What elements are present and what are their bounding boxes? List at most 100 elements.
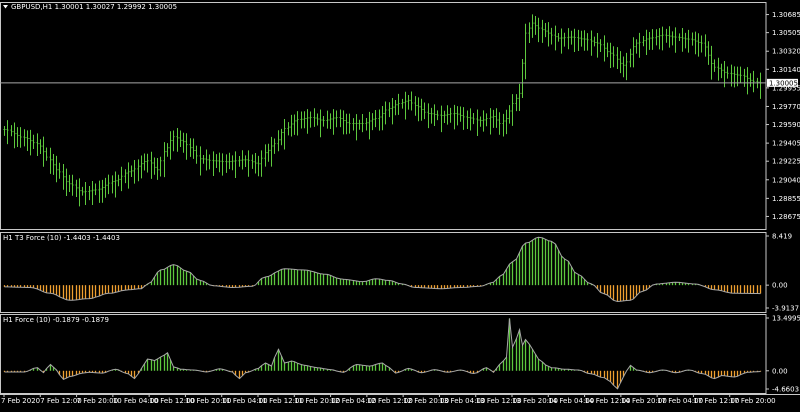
candle[interactable] bbox=[655, 29, 658, 46]
candle[interactable] bbox=[254, 152, 257, 174]
candle[interactable] bbox=[26, 130, 29, 152]
candle[interactable] bbox=[287, 122, 290, 136]
candle[interactable] bbox=[52, 154, 55, 175]
candle[interactable] bbox=[462, 107, 465, 130]
candle[interactable] bbox=[388, 102, 391, 118]
candle[interactable] bbox=[759, 72, 762, 99]
candle[interactable] bbox=[58, 162, 61, 179]
candle[interactable] bbox=[114, 171, 117, 198]
candle[interactable] bbox=[238, 155, 241, 167]
candle[interactable] bbox=[130, 165, 133, 177]
candle[interactable] bbox=[681, 28, 684, 52]
candle[interactable] bbox=[710, 45, 713, 80]
candle[interactable] bbox=[469, 108, 472, 131]
candle[interactable] bbox=[218, 152, 221, 173]
candle[interactable] bbox=[260, 150, 263, 177]
candle[interactable] bbox=[62, 164, 65, 190]
candle[interactable] bbox=[329, 113, 332, 129]
triangle-down-icon[interactable] bbox=[3, 5, 8, 9]
candle[interactable] bbox=[221, 153, 224, 176]
candle[interactable] bbox=[384, 101, 387, 125]
candle[interactable] bbox=[541, 19, 544, 43]
candle[interactable] bbox=[381, 106, 384, 131]
candle[interactable] bbox=[596, 33, 599, 58]
candle[interactable] bbox=[98, 180, 101, 203]
candle[interactable] bbox=[495, 108, 498, 128]
candle[interactable] bbox=[404, 91, 407, 120]
candle[interactable] bbox=[440, 105, 443, 133]
candle[interactable] bbox=[319, 109, 322, 138]
candle[interactable] bbox=[459, 106, 462, 122]
candle[interactable] bbox=[94, 183, 97, 196]
candle[interactable] bbox=[436, 110, 439, 121]
candle[interactable] bbox=[6, 120, 9, 145]
candle[interactable] bbox=[531, 14, 534, 38]
candle[interactable] bbox=[391, 97, 394, 125]
candle[interactable] bbox=[36, 133, 39, 157]
candle[interactable] bbox=[505, 109, 508, 135]
candle[interactable] bbox=[322, 115, 325, 127]
candle[interactable] bbox=[603, 35, 606, 62]
candle[interactable] bbox=[39, 139, 42, 155]
candle[interactable] bbox=[665, 28, 668, 43]
candle[interactable] bbox=[71, 174, 74, 196]
candle[interactable] bbox=[169, 131, 172, 160]
candle[interactable] bbox=[713, 59, 716, 72]
candle[interactable] bbox=[205, 149, 208, 171]
candle[interactable] bbox=[606, 42, 609, 58]
candle[interactable] bbox=[609, 42, 612, 68]
candle[interactable] bbox=[306, 109, 309, 134]
candle[interactable] bbox=[573, 28, 576, 53]
candle[interactable] bbox=[586, 33, 589, 51]
candle[interactable] bbox=[277, 130, 280, 152]
candle[interactable] bbox=[554, 25, 557, 51]
candle[interactable] bbox=[335, 110, 338, 128]
candle[interactable] bbox=[88, 186, 91, 201]
candle[interactable] bbox=[247, 150, 250, 177]
candle[interactable] bbox=[326, 110, 329, 129]
candle[interactable] bbox=[29, 129, 32, 156]
candle[interactable] bbox=[697, 33, 700, 57]
candle[interactable] bbox=[10, 125, 13, 137]
candle[interactable] bbox=[430, 107, 433, 124]
candle[interactable] bbox=[75, 179, 78, 198]
candle[interactable] bbox=[707, 41, 710, 65]
candle[interactable] bbox=[515, 94, 518, 112]
candle[interactable] bbox=[534, 15, 537, 35]
candle[interactable] bbox=[185, 133, 188, 160]
candle[interactable] bbox=[717, 57, 720, 81]
candle[interactable] bbox=[485, 113, 488, 127]
candle[interactable] bbox=[537, 17, 540, 43]
candle[interactable] bbox=[172, 130, 175, 152]
candle[interactable] bbox=[733, 66, 736, 88]
candle[interactable] bbox=[153, 157, 156, 175]
candle[interactable] bbox=[192, 138, 195, 159]
candle[interactable] bbox=[752, 70, 755, 93]
candle[interactable] bbox=[101, 179, 104, 203]
candle[interactable] bbox=[117, 174, 120, 187]
candle[interactable] bbox=[632, 37, 635, 68]
candle[interactable] bbox=[547, 22, 550, 47]
candle[interactable] bbox=[156, 157, 159, 180]
candle[interactable] bbox=[163, 142, 166, 178]
candle[interactable] bbox=[84, 182, 87, 205]
candle[interactable] bbox=[358, 119, 361, 130]
candle[interactable] bbox=[68, 174, 71, 193]
candle[interactable] bbox=[267, 143, 270, 162]
candle[interactable] bbox=[3, 126, 6, 136]
candle[interactable] bbox=[303, 111, 306, 129]
candle[interactable] bbox=[622, 56, 625, 78]
candle[interactable] bbox=[332, 109, 335, 135]
candle[interactable] bbox=[231, 155, 234, 171]
candle[interactable] bbox=[407, 95, 410, 110]
candle[interactable] bbox=[150, 151, 153, 179]
candle[interactable] bbox=[280, 128, 283, 146]
candle[interactable] bbox=[120, 166, 123, 192]
candle[interactable] bbox=[45, 147, 48, 161]
candle[interactable] bbox=[726, 66, 729, 79]
candle[interactable] bbox=[694, 31, 697, 55]
candle[interactable] bbox=[433, 104, 436, 126]
candle[interactable] bbox=[208, 154, 211, 170]
candle[interactable] bbox=[273, 138, 276, 154]
candle[interactable] bbox=[13, 122, 16, 149]
